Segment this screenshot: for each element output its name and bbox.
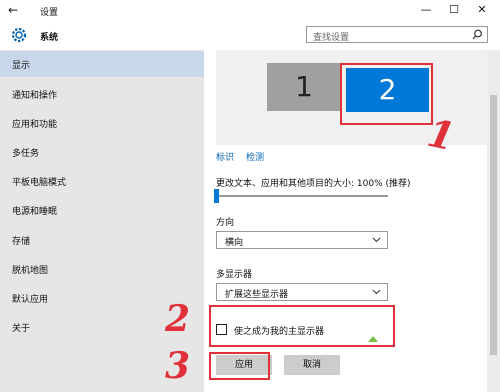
scale-slider-thumb[interactable] [214, 189, 219, 203]
sidebar-item-tablet-mode[interactable]: 平板电脑模式 [0, 168, 204, 194]
sidebar-item-multitasking[interactable]: 多任务 [0, 139, 204, 165]
main-display-checkbox-label: 使之成为我的主显示器 [234, 327, 325, 337]
scale-slider[interactable] [216, 195, 388, 197]
minimize-icon[interactable]: — [418, 3, 434, 16]
scrollbar-thumb[interactable] [490, 95, 497, 355]
search-placeholder: 查找设置 [313, 33, 350, 43]
sidebar-item-label: 应用和功能 [12, 120, 58, 130]
sidebar-item-display[interactable]: 显示 [0, 51, 204, 77]
detect-link[interactable]: 检测 [246, 150, 264, 163]
settings-header: 系统 查找设置 [0, 22, 500, 50]
back-arrow-icon[interactable]: ← [8, 3, 18, 17]
sidebar-item-label: 显示 [12, 61, 31, 71]
sidebar-item-notifications[interactable]: 通知和操作 [0, 81, 204, 107]
scale-label: 更改文本、应用和其他项目的大小: 100% (推荐) [216, 179, 411, 189]
sidebar-item-label: 存储 [12, 237, 31, 247]
orientation-value: 横向 [225, 238, 244, 248]
display-settings-panel: 1 2 标识 检测 更改文本、应用和其他项目的大小: 100% (推荐) 方向 … [204, 50, 500, 392]
section-title: 系统 [40, 33, 59, 43]
search-input[interactable]: 查找设置 [306, 26, 488, 43]
close-icon[interactable]: ✕ [474, 3, 490, 16]
sidebar-item-label: 默认应用 [12, 295, 49, 305]
scrollbar[interactable] [487, 50, 500, 392]
sidebar-item-offline-maps[interactable]: 脱机地图 [0, 256, 204, 282]
sidebar-item-label: 脱机地图 [12, 266, 49, 276]
sidebar: 显示 通知和操作 应用和功能 多任务 平板电脑模式 电源和睡眠 存储 脱机地图 … [0, 50, 204, 392]
sidebar-item-label: 平板电脑模式 [12, 178, 67, 188]
gear-icon [11, 27, 27, 43]
maximize-icon[interactable]: ☐ [446, 3, 462, 16]
sidebar-item-storage[interactable]: 存储 [0, 227, 204, 253]
multi-display-label: 多显示器 [216, 270, 253, 280]
sidebar-item-label: 关于 [12, 324, 31, 334]
sidebar-item-apps-features[interactable]: 应用和功能 [0, 110, 204, 136]
orientation-label: 方向 [216, 218, 235, 228]
sidebar-item-label: 多任务 [12, 149, 40, 159]
identify-link[interactable]: 标识 [216, 150, 234, 163]
search-icon [472, 29, 482, 40]
mouse-cursor-indicator [368, 336, 378, 342]
sidebar-item-power-sleep[interactable]: 电源和睡眠 [0, 197, 204, 223]
cancel-button[interactable]: 取消 [284, 355, 340, 375]
sidebar-item-label: 电源和睡眠 [12, 207, 58, 217]
orientation-dropdown[interactable]: 横向 [216, 231, 388, 249]
sidebar-item-label: 通知和操作 [12, 91, 58, 101]
monitor-preview: 1 2 [216, 50, 499, 145]
window-title: 设置 [40, 8, 59, 18]
main-display-checkbox[interactable] [216, 324, 227, 335]
title-bar: ← 设置 — ☐ ✕ [0, 0, 500, 22]
chevron-down-icon [372, 235, 381, 247]
monitor-2[interactable]: 2 [346, 68, 429, 112]
annotation-step-3: 3 [165, 345, 191, 387]
chevron-down-icon [372, 287, 381, 299]
monitor-1[interactable]: 1 [267, 63, 341, 111]
multi-display-value: 扩展这些显示器 [225, 290, 289, 300]
apply-button[interactable]: 应用 [216, 355, 272, 375]
multi-display-dropdown[interactable]: 扩展这些显示器 [216, 283, 388, 301]
annotation-step-2: 2 [165, 298, 191, 340]
